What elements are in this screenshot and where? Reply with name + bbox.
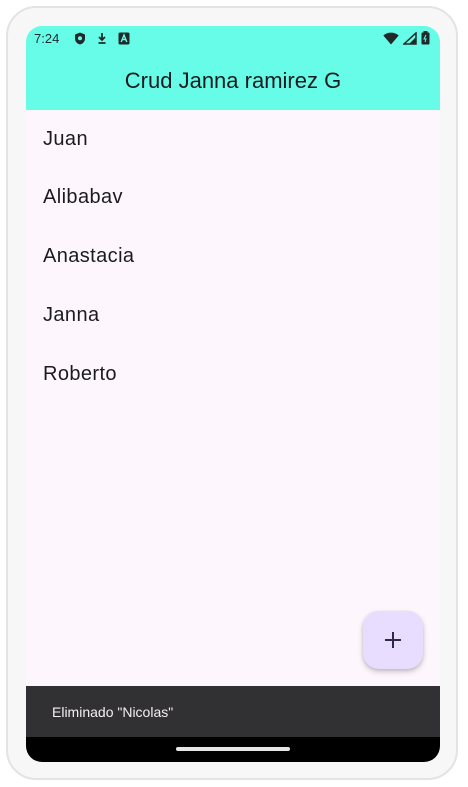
shield-icon: [74, 32, 86, 45]
app-bar-title: Crud Janna ramirez G: [124, 68, 342, 93]
download-icon: [96, 32, 108, 45]
battery-icon: [421, 31, 430, 45]
status-time: 7:24: [34, 31, 60, 46]
plus-icon: [384, 631, 402, 649]
snackbar-message: Eliminado "Nicolas": [52, 703, 174, 720]
status-right-icons: [383, 30, 430, 45]
phone-screen: 7:24 Crud Janna ramirez G Juan Alibabav …: [26, 26, 440, 762]
names-list: Juan Alibabav Anastacia Janna Roberto: [26, 110, 440, 404]
list-item[interactable]: Anastacia: [26, 227, 440, 286]
add-button[interactable]: [363, 611, 423, 669]
signal-icon: [402, 30, 417, 45]
list-item[interactable]: Roberto: [26, 345, 440, 404]
status-bar: 7:24: [26, 26, 440, 52]
list-item[interactable]: Janna: [26, 286, 440, 345]
gesture-handle[interactable]: [176, 747, 290, 751]
wifi-icon: [383, 32, 399, 45]
list-item[interactable]: Juan: [26, 110, 440, 168]
app-a-icon: [118, 32, 130, 45]
app-bar: 7:24 Crud Janna ramirez G: [26, 26, 440, 110]
status-left-icons: [74, 32, 130, 45]
navigation-bar: [26, 737, 440, 762]
list-item[interactable]: Alibabav: [26, 168, 440, 227]
snackbar: Eliminado "Nicolas": [26, 686, 440, 737]
